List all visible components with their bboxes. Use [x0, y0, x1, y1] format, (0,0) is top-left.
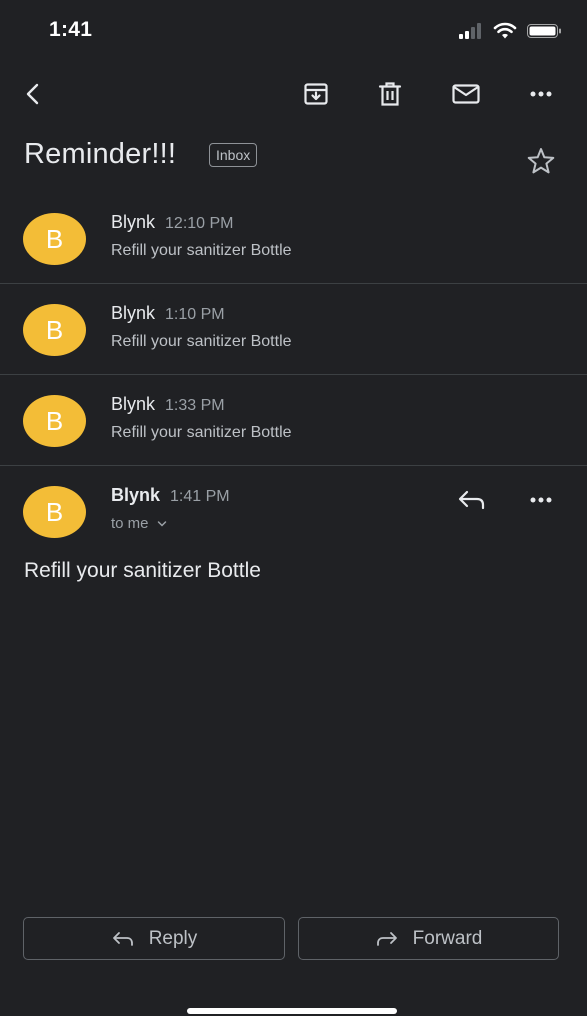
message-snippet: Refill your sanitizer Bottle	[111, 242, 292, 259]
archive-button[interactable]	[298, 76, 334, 112]
avatar: B	[23, 213, 86, 265]
message-item[interactable]: B Blynk 12:10 PM Refill your sanitizer Bo…	[0, 193, 587, 284]
recipient-toggle[interactable]: to me	[111, 515, 167, 532]
message-time: 1:33 PM	[165, 397, 225, 414]
sender-name: Blynk	[111, 485, 161, 505]
delete-button[interactable]	[372, 76, 408, 112]
message-sender-line: Blynk 1:41 PM	[111, 485, 230, 506]
wifi-icon	[493, 22, 517, 39]
home-indicator[interactable]	[187, 1008, 397, 1014]
message-more-button[interactable]	[523, 482, 559, 518]
message-time: 12:10 PM	[165, 215, 234, 232]
sender-name: Blynk	[111, 303, 156, 323]
back-button[interactable]	[15, 76, 51, 112]
battery-icon	[527, 24, 561, 38]
message-time: 1:10 PM	[165, 306, 225, 323]
sender-name: Blynk	[111, 212, 156, 232]
message-snippet: Refill your sanitizer Bottle	[111, 333, 292, 350]
message-item[interactable]: B Blynk 1:33 PM Refill your sanitizer Bot…	[0, 375, 587, 466]
reply-icon	[112, 931, 133, 946]
more-icon	[530, 91, 552, 97]
message-sender-line: Blynk 1:10 PM	[111, 303, 225, 324]
open-message: B Blynk 1:41 PM to me Refill your sanitiz…	[0, 466, 587, 606]
mark-unread-icon	[452, 84, 480, 104]
message-item[interactable]: B Blynk 1:10 PM Refill your sanitizer Bot…	[0, 284, 587, 375]
cellular-signal-icon	[459, 23, 481, 39]
message-snippet: Refill your sanitizer Bottle	[111, 424, 292, 441]
star-button[interactable]	[524, 144, 558, 178]
mark-unread-button[interactable]	[448, 76, 484, 112]
forward-button-label: Forward	[412, 927, 483, 949]
inbox-label-chip[interactable]: Inbox	[209, 143, 258, 167]
reply-button-label: Reply	[148, 927, 198, 949]
avatar: B	[23, 304, 86, 356]
chevron-down-icon	[157, 521, 166, 527]
message-sender-line: Blynk 1:33 PM	[111, 394, 225, 415]
status-time: 1:41	[49, 18, 93, 41]
avatar: B	[23, 395, 86, 447]
status-icons	[459, 22, 563, 39]
forward-button[interactable]: Forward	[298, 917, 559, 960]
status-bar: 1:41	[0, 0, 587, 62]
reply-icon	[458, 490, 485, 510]
delete-icon	[378, 82, 402, 106]
reply-icon-button[interactable]	[452, 482, 492, 518]
message-body: Refill your sanitizer Bottle	[24, 559, 261, 582]
reply-button[interactable]: Reply	[23, 917, 285, 960]
more-options-button[interactable]	[523, 76, 559, 112]
thread-subject: Reminder!!!	[24, 138, 177, 170]
message-time: 1:41 PM	[170, 488, 230, 505]
forward-icon	[376, 931, 397, 946]
star-icon	[527, 148, 555, 174]
message-sender-line: Blynk 12:10 PM	[111, 212, 234, 233]
avatar: B	[23, 486, 86, 538]
toolbar	[0, 62, 587, 124]
more-icon	[530, 497, 552, 503]
recipient-label: to me	[111, 515, 149, 532]
back-icon	[26, 83, 39, 105]
archive-icon	[304, 83, 328, 105]
subject-row: Reminder!!! Inbox	[0, 130, 587, 186]
sender-name: Blynk	[111, 394, 156, 414]
